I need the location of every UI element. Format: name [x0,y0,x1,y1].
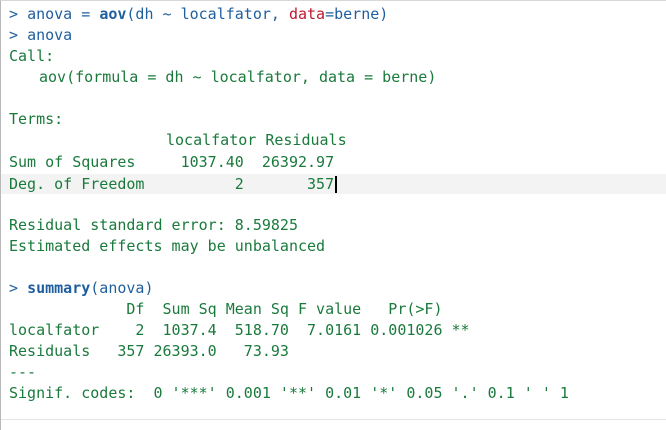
sum-of-squares-row: Sum of Squares 1037.40 26392.97 [9,153,335,171]
df-row-text: Deg. of Freedom 2 357 [9,175,335,193]
text-cursor [335,176,338,193]
command-line-summary: > summary(anova) [9,278,154,298]
summary-header: Df Sum Sq Mean Sq F value Pr(>F) [9,300,443,318]
unbalanced-note: Estimated effects may be unbalanced [9,237,326,255]
call-text: aov(formula = dh ~ localfator, data = be… [39,68,437,86]
cmd-lhs: anova [27,5,73,23]
cmd-func: aov [99,5,127,23]
degrees-of-freedom-row: Deg. of Freedom 2 357 [9,174,338,194]
prompt: > [9,26,19,44]
prompt: > [9,279,19,297]
terms-header: localfator Residuals [166,131,347,149]
cmd2-text: anova [27,26,73,44]
cmd3-func: summary [27,279,91,297]
command-line-aov: > anova = aov(dh ~ localfator, data=bern… [9,4,388,24]
cmd-args-a: (dh ~ localfator, [126,5,289,23]
cmd-op: = [72,5,100,23]
command-line-anova: > anova [9,25,72,45]
cmd-arg-name: data [288,5,326,23]
residual-standard-error: Residual standard error: 8.59825 [9,216,298,234]
cmd-args-b: =berne) [325,5,389,23]
prompt: > [9,5,19,23]
signif-codes: Signif. codes: 0 '***' 0.001 '**' 0.01 '… [9,384,569,402]
separator-line: --- [9,363,37,381]
summary-row-localfator: localfator 2 1037.4 518.70 7.0161 0.0010… [9,321,470,339]
cmd3-args: (anova) [90,279,154,297]
terms-label: Terms: [9,110,64,128]
summary-row-residuals: Residuals 357 26393.0 73.93 [9,342,289,360]
r-console[interactable]: > anova = aov(dh ~ localfator, data=bern… [0,0,666,430]
call-label: Call: [9,47,55,65]
bottom-divider [1,419,666,420]
